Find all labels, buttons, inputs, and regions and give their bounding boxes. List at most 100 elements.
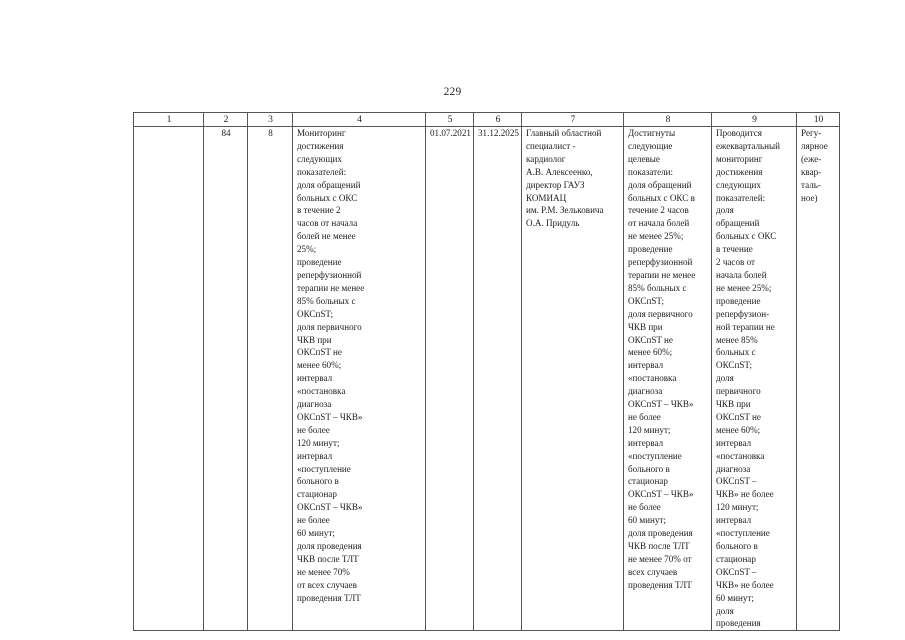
text-line: реперфузионной — [628, 257, 693, 268]
cell-col8-achieved-targets: Достигнуты следующие целевые показатели: дол… — [623, 125, 712, 632]
text-line: Проводится — [716, 128, 762, 138]
text-line: терапии не менее — [297, 282, 365, 293]
text-line: всех случаев — [628, 566, 678, 577]
text-line: доля обращений — [628, 179, 692, 190]
text-line: ЧКВ при — [716, 399, 751, 410]
text-line: не более — [297, 424, 330, 435]
cell-col9-quarterly-monitoring: Проводится ежеквартальный мониторинг достиж… — [711, 125, 797, 632]
text-line: больного в — [628, 463, 670, 474]
text-line: стационар — [297, 489, 337, 500]
text-line: от всех случаев — [297, 579, 357, 590]
text-line: ОКСпST; — [297, 308, 333, 319]
text-line: 85% больных с — [628, 282, 687, 293]
text-line: 01.07.2021 — [430, 128, 471, 138]
cell-col10-lines: Регу-лярное (еже-квар-таль-ное) — [801, 127, 836, 204]
column-header-3: 3 — [247, 112, 293, 127]
text-line: менее 60%; — [297, 360, 342, 371]
text-line: кардиолог — [526, 153, 566, 164]
text-line: «поступление — [716, 528, 770, 539]
text-line: диагноза — [297, 399, 332, 410]
column-header-5: 5 — [425, 112, 474, 127]
text-line: ОКСпST – ЧКВ» — [628, 399, 694, 410]
text-line: «постановка — [628, 373, 677, 384]
text-line: доля — [716, 605, 734, 616]
text-line: менее 85% — [716, 334, 758, 345]
table-header-row: 1 2 3 4 5 6 7 8 9 10 — [133, 112, 840, 127]
text-line: от начала болей — [628, 218, 690, 229]
cell-col6-end-date: 31.12.2025 — [473, 125, 522, 632]
text-line: ОКСпST не — [628, 334, 673, 345]
text-line: достижения — [297, 140, 344, 151]
text-line: «поступление — [297, 463, 351, 474]
column-header-9: 9 — [711, 112, 797, 127]
text-line: квар- — [801, 166, 822, 177]
text-line: Регу- — [801, 128, 822, 138]
text-line: не более — [628, 502, 661, 513]
text-line: доля проведения — [297, 541, 362, 551]
cell-col5-start-date: 01.07.2021 — [425, 125, 474, 632]
text-line: ОКСпST не — [716, 411, 761, 422]
cell-col9-lines: Проводится ежеквартальный мониторинг достиж… — [716, 127, 793, 630]
data-table-container: 1 2 3 4 5 6 7 8 9 10 84 8 Мониторинг дос… — [133, 112, 840, 632]
cell-col3: 8 — [247, 125, 293, 632]
text-line: в течение 2 — [297, 205, 341, 216]
text-line: интервал — [297, 450, 333, 461]
column-header-8: 8 — [623, 112, 712, 127]
text-line: в течение — [716, 244, 753, 255]
text-line: целевые — [628, 153, 660, 164]
text-line: ОКСпST – ЧКВ» — [628, 489, 694, 500]
text-line: А.В. Алексеенко, — [526, 166, 593, 177]
text-line: 120 минут; — [297, 437, 340, 448]
text-line: доля первичного — [628, 308, 693, 319]
text-line: «поступление — [628, 450, 682, 461]
text-line: начала болей — [716, 269, 767, 280]
text-line: показателей: — [716, 192, 766, 203]
text-line: таль- — [801, 179, 821, 190]
cell-col2-lines: 84 — [208, 127, 244, 140]
text-line: доля проведения — [628, 528, 693, 539]
text-line: менее 60%; — [628, 347, 673, 358]
text-line: 31.12.2025 — [478, 128, 519, 138]
column-header-2: 2 — [203, 112, 248, 127]
text-line: 85% больных с — [297, 295, 356, 306]
text-line: реперфузион- — [716, 308, 770, 319]
text-line: ОКСпST – — [716, 566, 757, 577]
text-line: интервал — [628, 437, 664, 448]
column-header-1: 1 — [133, 112, 204, 127]
text-line: ОКСпST не — [297, 347, 342, 358]
text-line: ОКСпST – — [716, 476, 757, 487]
text-line: 120 минут; — [628, 424, 671, 435]
text-line: проведения — [716, 618, 761, 629]
document-page: 229 1 2 3 4 5 6 7 8 9 10 84 8 Мониторинг… — [0, 0, 905, 640]
column-header-10: 10 — [796, 112, 840, 127]
text-line: течение 2 часов — [628, 205, 689, 216]
text-line: болей не менее — [297, 231, 356, 242]
text-line: не менее 25%; — [716, 282, 772, 293]
text-line: 84 — [221, 128, 231, 138]
text-line: не менее 70% от — [628, 553, 692, 564]
text-line: проведение — [297, 257, 342, 268]
text-line: показатели: — [628, 166, 674, 177]
text-line: часов от начала — [297, 218, 358, 229]
text-line: проведение — [628, 244, 673, 255]
text-line: им. Р.М. Зельковича — [526, 205, 604, 216]
cell-col4-monitoring-indicators: Мониторинг достижения следующих показателей… — [292, 125, 426, 632]
text-line: интервал — [716, 437, 752, 448]
text-line: больных с ОКС в — [628, 192, 695, 203]
text-line: не менее 25%; — [628, 231, 684, 242]
text-line: не менее 70% — [297, 566, 350, 577]
text-line: КОМИАЦ — [526, 192, 567, 203]
text-line: 120 минут; — [716, 502, 759, 513]
text-line: не более — [297, 515, 330, 526]
text-line: 25%; — [297, 244, 317, 255]
column-header-6: 6 — [473, 112, 522, 127]
page-number: 229 — [443, 86, 462, 98]
cell-col7-responsible-persons: Главный областной специалист - кардиолог А.… — [521, 125, 624, 632]
text-line: О.А. Придуль — [526, 218, 580, 229]
column-header-7: 7 — [521, 112, 624, 127]
text-line: «постановка — [297, 386, 346, 397]
text-line: интервал — [297, 373, 333, 384]
text-line: 8 — [268, 128, 273, 138]
text-line: ЧКВ при — [297, 334, 332, 345]
text-line: ЧКВ» не более — [716, 579, 774, 590]
